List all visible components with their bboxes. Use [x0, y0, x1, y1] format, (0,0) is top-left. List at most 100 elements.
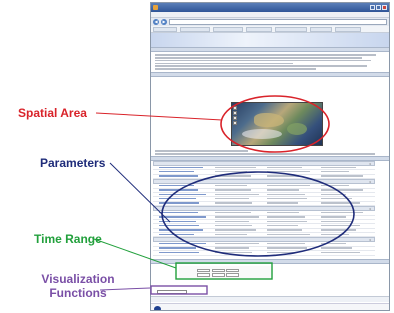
zoom-out-icon[interactable] — [233, 111, 237, 115]
parameter-info-cell — [215, 242, 267, 245]
start-month-field[interactable] — [211, 268, 225, 273]
parameter-info-cell — [267, 170, 321, 173]
favorite-link[interactable] — [213, 27, 243, 32]
maximize-icon[interactable] — [376, 5, 381, 10]
parameter-name-cell[interactable] — [153, 193, 215, 196]
map-cloud-layer — [242, 129, 282, 139]
page-banner — [151, 33, 389, 47]
spatial-area-map[interactable] — [231, 102, 323, 146]
nasa-logo-icon — [154, 305, 161, 310]
parameter-info-cell — [321, 202, 371, 205]
parameter-info-cell — [321, 229, 371, 232]
parameter-name-cell[interactable] — [153, 170, 215, 173]
url-field[interactable] — [169, 19, 387, 25]
parameter-name-cell[interactable] — [153, 220, 215, 223]
parameter-info-cell — [267, 189, 321, 192]
parameter-info-cell — [321, 184, 371, 187]
parameter-row[interactable] — [153, 251, 375, 256]
zoom-in-icon[interactable] — [233, 106, 237, 110]
parameter-group-header[interactable]: × — [153, 237, 375, 243]
generate-row[interactable] — [151, 296, 389, 302]
parameter-info-cell — [267, 211, 321, 214]
parameter-info-cell — [267, 216, 321, 219]
parameter-info-cell — [321, 247, 371, 250]
visualization-row — [151, 289, 389, 295]
favorite-link[interactable] — [275, 27, 307, 32]
parameter-info-cell — [321, 175, 371, 178]
time-range-label: Time Range — [34, 232, 102, 246]
parameter-group-header[interactable]: × — [153, 179, 375, 185]
parameter-name-cell[interactable] — [153, 233, 215, 236]
parameter-name-cell[interactable] — [153, 189, 215, 192]
end-day-field[interactable] — [226, 273, 240, 277]
parameter-name-cell[interactable] — [153, 216, 215, 219]
parameter-group-header[interactable]: × — [153, 161, 375, 166]
collapse-icon[interactable]: × — [369, 180, 371, 185]
parameter-info-cell — [215, 197, 267, 200]
browser-app-icon — [153, 5, 158, 10]
parameter-info-cell — [215, 229, 267, 232]
visualization-function-select[interactable] — [157, 290, 187, 295]
minimize-icon[interactable] — [370, 5, 375, 10]
parameter-name-cell[interactable] — [153, 224, 215, 227]
favorite-link[interactable] — [246, 27, 272, 32]
parameter-name-cell[interactable] — [153, 166, 215, 169]
parameter-name-cell[interactable] — [153, 184, 215, 187]
pan-icon[interactable] — [233, 116, 237, 120]
parameter-info-cell — [321, 211, 371, 214]
parameter-info-cell — [267, 251, 321, 254]
parameter-info-cell — [215, 175, 267, 178]
section-time-header[interactable] — [151, 259, 389, 264]
parameter-table: × × × × — [153, 161, 375, 256]
parameter-info-cell — [267, 224, 321, 227]
parameter-name-cell[interactable] — [153, 202, 215, 205]
collapse-icon[interactable]: × — [369, 162, 371, 167]
parameter-info-cell — [267, 233, 321, 236]
parameter-info-cell — [267, 184, 321, 187]
parameter-info-cell — [267, 220, 321, 223]
forward-icon[interactable]: ▶ — [161, 19, 167, 25]
parameter-info-cell — [215, 166, 267, 169]
collapse-icon[interactable]: × — [369, 207, 371, 212]
parameter-info-cell — [215, 189, 267, 192]
end-year-field[interactable] — [196, 273, 210, 277]
parameter-info-cell — [215, 220, 267, 223]
favorite-link[interactable] — [310, 27, 332, 32]
parameter-group-header[interactable]: × — [153, 206, 375, 212]
parameter-info-cell — [321, 220, 371, 223]
favorite-link[interactable] — [153, 27, 177, 32]
overview-text — [151, 52, 389, 72]
parameter-info-cell — [215, 211, 267, 214]
parameter-name-cell[interactable] — [153, 242, 215, 245]
parameter-info-cell — [215, 247, 267, 250]
select-box-icon[interactable] — [233, 121, 237, 125]
collapse-icon[interactable]: × — [369, 238, 371, 243]
parameter-name-cell[interactable] — [153, 247, 215, 250]
parameters-label: Parameters — [40, 156, 106, 170]
favorite-link[interactable] — [335, 27, 361, 32]
parameter-name-cell[interactable] — [153, 229, 215, 232]
start-day-field[interactable] — [226, 268, 240, 273]
parameter-info-cell — [321, 242, 371, 245]
parameter-name-cell[interactable] — [153, 251, 215, 254]
parameter-name-cell[interactable] — [153, 211, 215, 214]
map-toolbar — [233, 106, 237, 126]
favorites-bar — [151, 26, 389, 33]
parameter-info-cell — [321, 193, 371, 196]
parameter-info-cell — [267, 202, 321, 205]
parameter-info-cell — [215, 224, 267, 227]
favorite-link[interactable] — [180, 27, 210, 32]
browser-window: ◀ ▶ × × × × — [150, 2, 390, 311]
parameter-info-cell — [321, 251, 371, 254]
title-bar — [151, 3, 389, 12]
parameter-name-cell[interactable] — [153, 197, 215, 200]
end-month-field[interactable] — [211, 273, 225, 277]
end-time-row — [182, 273, 270, 278]
close-icon[interactable] — [382, 5, 387, 10]
parameter-name-cell[interactable] — [153, 175, 215, 178]
parameter-info-cell — [215, 233, 267, 236]
time-range-form — [179, 266, 273, 280]
start-year-field[interactable] — [196, 268, 210, 273]
section-spatial-header[interactable] — [151, 72, 389, 78]
back-icon[interactable]: ◀ — [153, 19, 159, 25]
